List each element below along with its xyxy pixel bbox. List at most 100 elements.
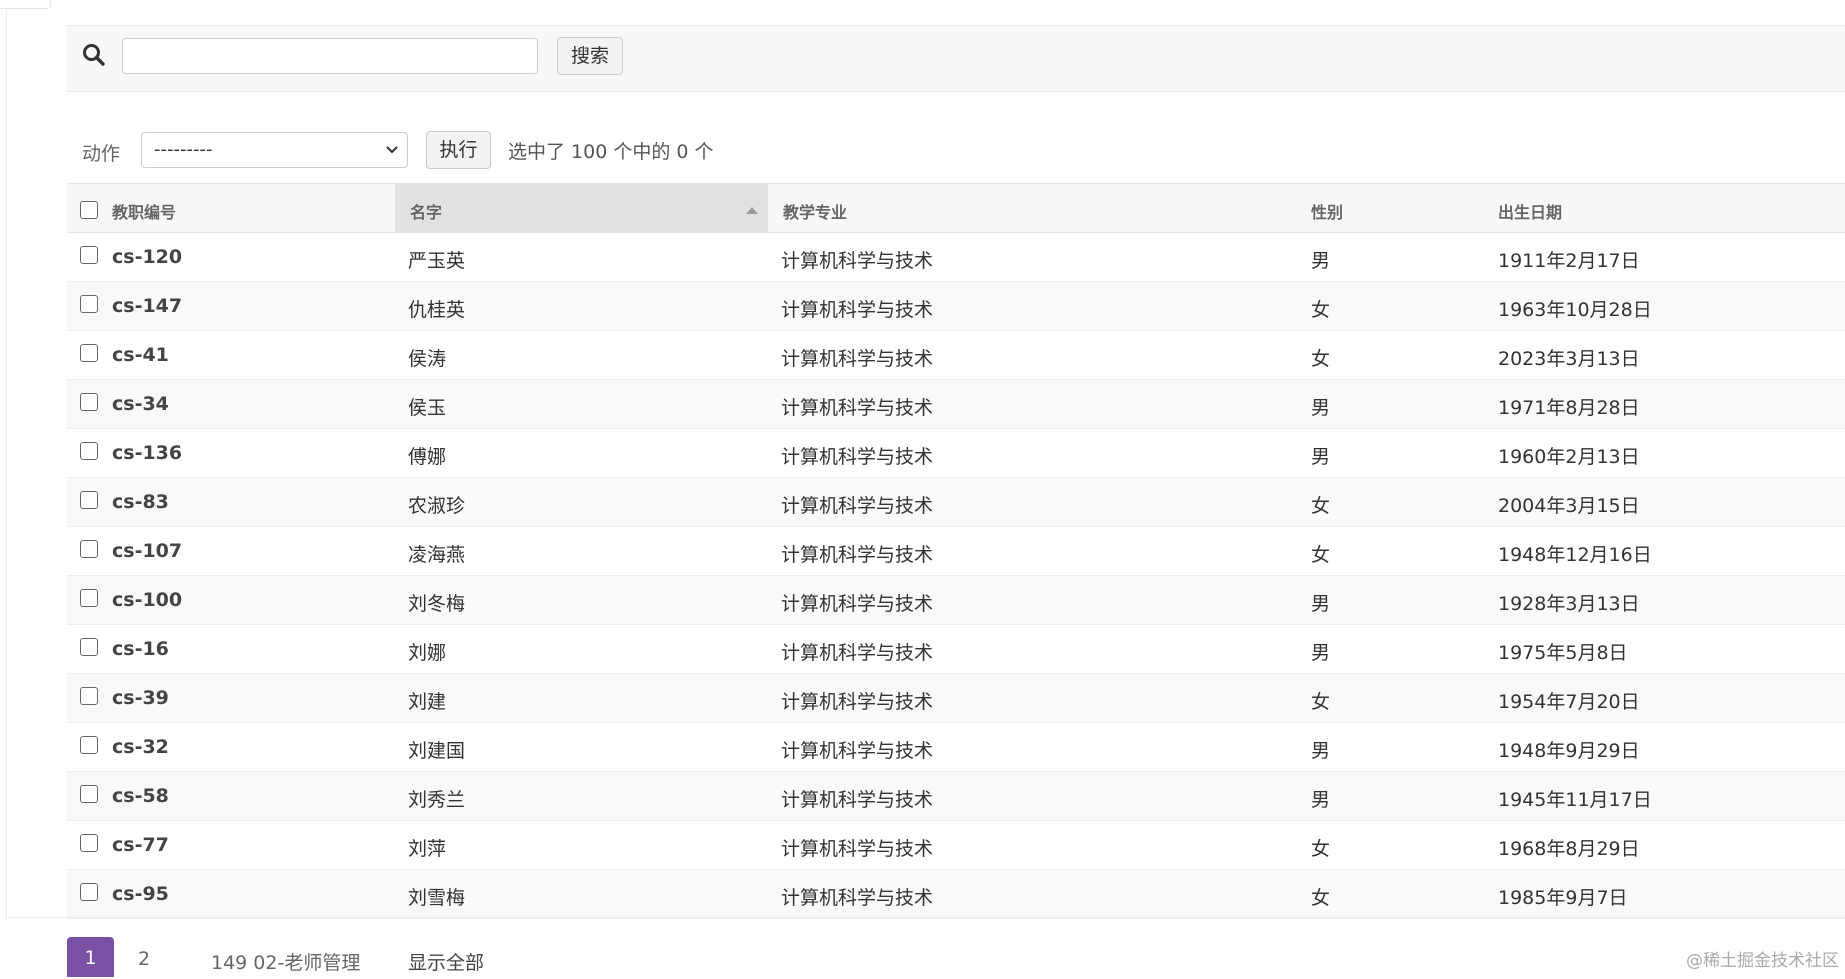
search-toolbar: 搜索 xyxy=(67,25,1845,92)
table-row: cs-58 刘秀兰 计算机科学与技术男 1945年11月17日 xyxy=(67,771,1845,821)
cell-id: cs-100 xyxy=(112,575,395,625)
teacher-id-link[interactable]: cs-32 xyxy=(112,736,169,758)
cell-name: 侯玉 xyxy=(395,379,768,429)
row-select-cell xyxy=(67,673,112,723)
cell-gender: 男 xyxy=(1311,722,1498,772)
cell-birthdate: 1954年7月20日 xyxy=(1498,673,1845,723)
teacher-id-link[interactable]: cs-147 xyxy=(112,295,182,317)
row-checkbox[interactable] xyxy=(80,246,98,264)
table-row: cs-107 凌海燕 计算机科学与技术女 1948年12月16日 xyxy=(67,526,1845,576)
cell-id: cs-120 xyxy=(112,232,395,282)
teacher-id-link[interactable]: cs-120 xyxy=(112,246,182,268)
cell-name: 刘建 xyxy=(395,673,768,723)
table-row: cs-41 侯涛 计算机科学与技术女 2023年3月13日 xyxy=(67,330,1845,380)
row-checkbox[interactable] xyxy=(80,883,98,901)
column-header-major[interactable]: 教学专业 xyxy=(768,183,1311,233)
cell-gender: 男 xyxy=(1311,771,1498,821)
column-header-name[interactable]: 名字 xyxy=(395,183,768,233)
cell-id: cs-41 xyxy=(112,330,395,380)
cell-gender: 女 xyxy=(1311,281,1498,331)
cell-birthdate: 2004年3月15日 xyxy=(1498,477,1845,527)
cell-id: cs-77 xyxy=(112,820,395,870)
teacher-id-link[interactable]: cs-58 xyxy=(112,785,169,807)
row-checkbox[interactable] xyxy=(80,638,98,656)
cell-major: 计算机科学与技术 xyxy=(768,575,1311,625)
cell-name: 刘娜 xyxy=(395,624,768,674)
row-select-cell xyxy=(67,771,112,821)
teacher-id-link[interactable]: cs-136 xyxy=(112,442,182,464)
teacher-id-link[interactable]: cs-83 xyxy=(112,491,169,513)
watermark: @稀土掘金技术社区 xyxy=(1686,951,1839,971)
action-select[interactable]: --------- xyxy=(141,132,408,168)
cell-major: 计算机科学与技术 xyxy=(768,281,1311,331)
table-row: cs-95 刘雪梅 计算机科学与技术女 1985年9月7日 xyxy=(67,869,1845,919)
table-row: cs-83 农淑珍 计算机科学与技术女 2004年3月15日 xyxy=(67,477,1845,527)
row-select-cell xyxy=(67,281,112,331)
cell-major: 计算机科学与技术 xyxy=(768,624,1311,674)
select-all-column xyxy=(67,183,112,233)
search-button[interactable]: 搜索 xyxy=(557,37,623,75)
page-2-link[interactable]: 2 xyxy=(138,948,150,970)
row-select-cell xyxy=(67,379,112,429)
cell-gender: 男 xyxy=(1311,428,1498,478)
cell-birthdate: 1928年3月13日 xyxy=(1498,575,1845,625)
cell-birthdate: 1963年10月28日 xyxy=(1498,281,1845,331)
cell-birthdate: 1911年2月17日 xyxy=(1498,232,1845,282)
row-checkbox[interactable] xyxy=(80,736,98,754)
cell-name: 严玉英 xyxy=(395,232,768,282)
search-input[interactable] xyxy=(122,38,538,74)
cell-id: cs-83 xyxy=(112,477,395,527)
cell-id: cs-107 xyxy=(112,526,395,576)
action-select-value: --------- xyxy=(154,139,213,160)
select-all-checkbox[interactable] xyxy=(80,201,98,219)
row-checkbox[interactable] xyxy=(80,491,98,509)
row-checkbox[interactable] xyxy=(80,393,98,411)
column-header-birthdate[interactable]: 出生日期 xyxy=(1498,183,1845,233)
row-checkbox[interactable] xyxy=(80,834,98,852)
row-select-cell xyxy=(67,477,112,527)
row-checkbox[interactable] xyxy=(80,589,98,607)
table-row: cs-136 傅娜 计算机科学与技术男 1960年2月13日 xyxy=(67,428,1845,478)
teacher-id-link[interactable]: cs-77 xyxy=(112,834,169,856)
cell-gender: 女 xyxy=(1311,477,1498,527)
cell-name: 仇桂英 xyxy=(395,281,768,331)
execute-action-button[interactable]: 执行 xyxy=(426,131,491,169)
cell-name: 傅娜 xyxy=(395,428,768,478)
teacher-id-link[interactable]: cs-107 xyxy=(112,540,182,562)
row-checkbox[interactable] xyxy=(80,785,98,803)
cell-gender: 女 xyxy=(1311,869,1498,919)
search-icon xyxy=(83,44,105,66)
sort-ascending-icon[interactable] xyxy=(746,207,758,214)
row-select-cell xyxy=(67,869,112,919)
cell-name: 刘秀兰 xyxy=(395,771,768,821)
cell-gender: 女 xyxy=(1311,330,1498,380)
column-header-gender[interactable]: 性别 xyxy=(1311,183,1498,233)
actions-label: 动作 xyxy=(82,143,121,165)
teacher-id-link[interactable]: cs-39 xyxy=(112,687,169,709)
teacher-id-link[interactable]: cs-95 xyxy=(112,883,169,905)
show-all-link[interactable]: 显示全部 xyxy=(408,948,484,975)
cell-name: 刘建国 xyxy=(395,722,768,772)
page-left-border xyxy=(6,0,7,920)
row-checkbox[interactable] xyxy=(80,687,98,705)
teacher-id-link[interactable]: cs-16 xyxy=(112,638,169,660)
table-header-row: 教职编号 名字 教学专业 性别 出生日期 xyxy=(67,183,1845,233)
row-select-cell xyxy=(67,428,112,478)
cell-id: cs-58 xyxy=(112,771,395,821)
cell-birthdate: 1968年8月29日 xyxy=(1498,820,1845,870)
paginator: 1 2 149 02-老师管理 显示全部 xyxy=(7,917,1845,977)
table-row: cs-100 刘冬梅 计算机科学与技术男 1928年3月13日 xyxy=(67,575,1845,625)
teacher-id-link[interactable]: cs-41 xyxy=(112,344,169,366)
cell-major: 计算机科学与技术 xyxy=(768,526,1311,576)
cell-name: 刘冬梅 xyxy=(395,575,768,625)
column-header-id[interactable]: 教职编号 xyxy=(112,183,395,233)
result-count: 149 02-老师管理 xyxy=(211,952,361,974)
row-checkbox[interactable] xyxy=(80,540,98,558)
cell-gender: 女 xyxy=(1311,526,1498,576)
teacher-id-link[interactable]: cs-100 xyxy=(112,589,182,611)
teacher-id-link[interactable]: cs-34 xyxy=(112,393,169,415)
cell-birthdate: 1960年2月13日 xyxy=(1498,428,1845,478)
row-checkbox[interactable] xyxy=(80,442,98,460)
row-checkbox[interactable] xyxy=(80,295,98,313)
row-checkbox[interactable] xyxy=(80,344,98,362)
